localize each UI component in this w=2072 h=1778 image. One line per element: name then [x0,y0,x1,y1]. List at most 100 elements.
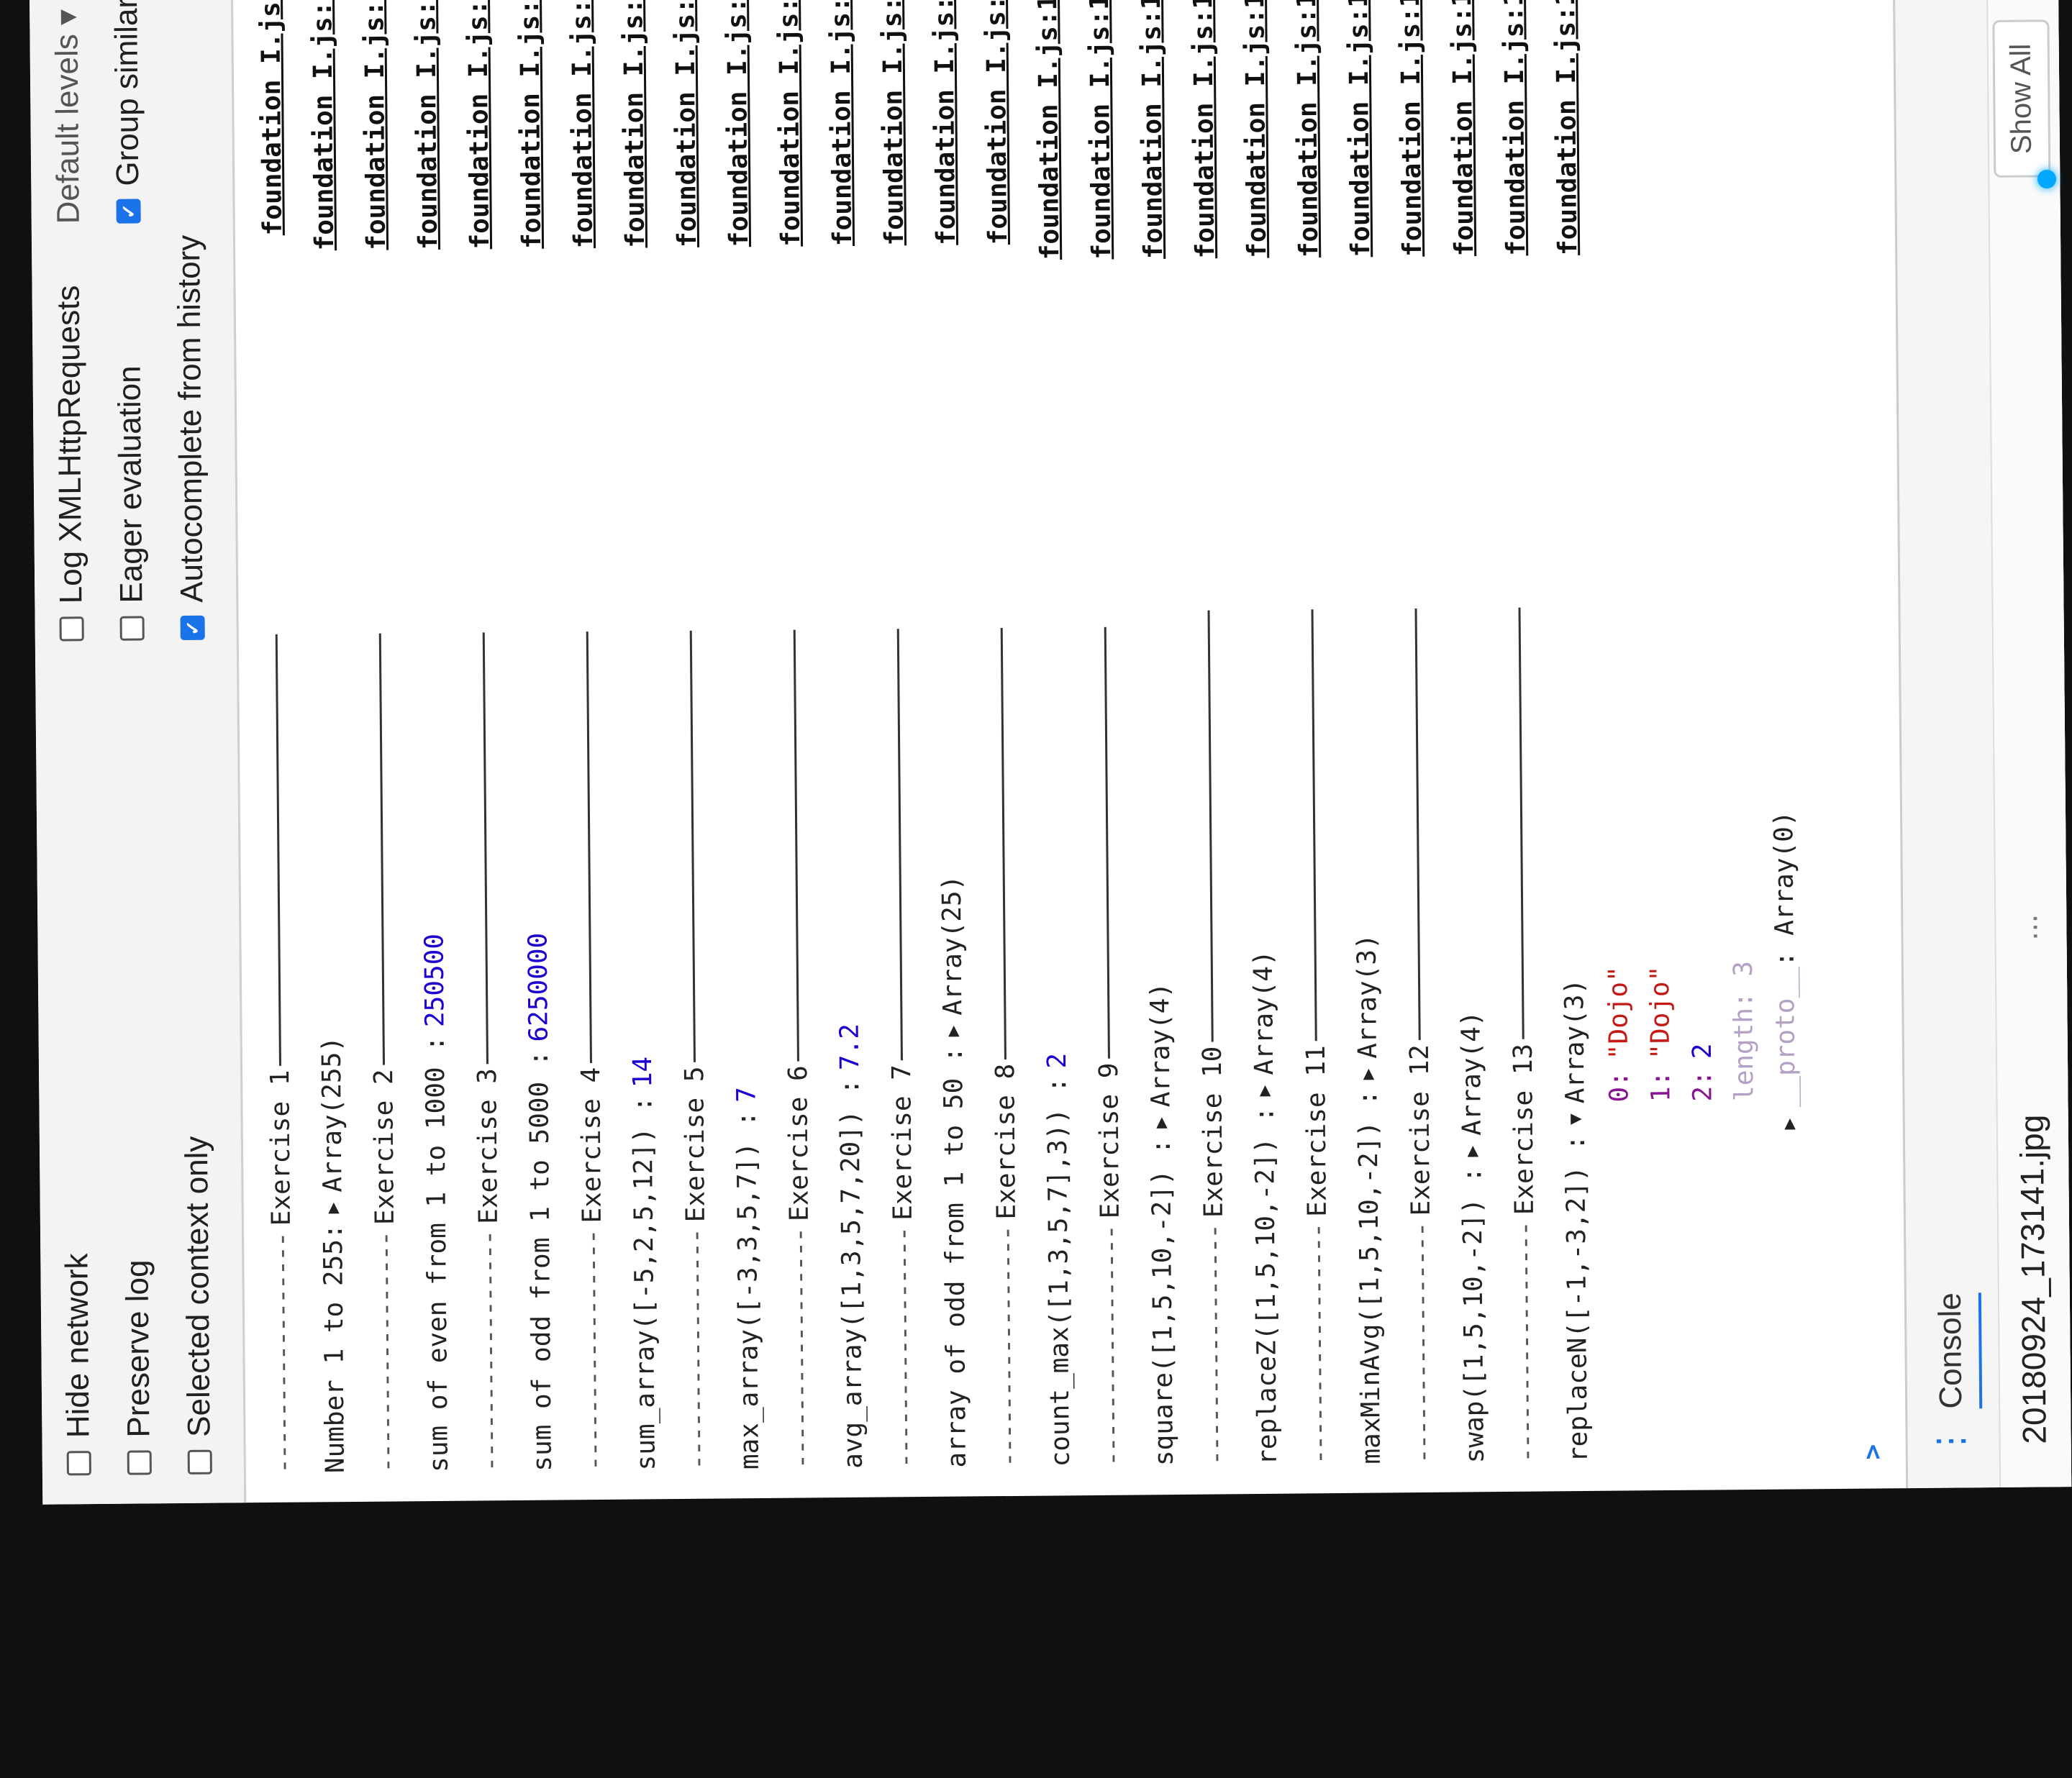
array-item-value: 2 [1687,1043,1717,1059]
expand-triangle-icon[interactable]: ▶ [1357,1069,1378,1080]
source-link[interactable]: foundation I.js:41 [566,0,598,248]
log-message-text: avg_array([1,3,5,7,20]) : [835,1078,868,1469]
separator-dashes: ----------------- [266,1233,299,1474]
log-number-value: 14 [627,1056,658,1088]
log-message-text: square([1,5,10,-2]) : [1146,1138,1179,1467]
eager-eval-checkbox[interactable] [119,616,145,641]
separator-dashes: ----------------- [888,1227,920,1469]
default-levels-label: Default levels ▾ [49,9,86,224]
source-link[interactable]: foundation I.js:164 [1447,0,1479,256]
console-tab[interactable]: Console [1932,1292,1983,1409]
camera-indicator-light [2037,170,2056,188]
source-link[interactable]: foundation I.js:124 [1188,0,1220,259]
console-settings-bar: Hide network Preserve log Selected conte… [29,0,247,1505]
source-link[interactable]: foundation I.js:97 [981,0,1012,245]
show-all-button[interactable]: Show All [1992,19,2051,178]
autocomplete-checkbox[interactable]: ✓ [180,615,205,641]
proto-row[interactable]: ▶ __proto__: Array(0) [1769,811,1801,1129]
log-array-value[interactable]: Array(4) [1145,983,1176,1108]
console-prompt[interactable]: > [1858,1444,1888,1460]
download-file-name[interactable]: 20180924_173141.jpg [2012,1114,2054,1444]
default-levels-dropdown[interactable]: Default levels ▾ [48,9,87,224]
log-message-text: maxMinAvg([1,5,10,-2]) : [1353,1090,1386,1464]
array-index: 2: [1688,1070,1718,1102]
separator-line [689,630,696,1062]
separator-dashes: ----------------- [1302,1223,1335,1465]
separator-line [378,633,385,1065]
separator-dashes: ----------------- [784,1228,817,1469]
download-menu-icon[interactable]: ... [2009,914,2045,941]
source-link[interactable]: foundation I.js:179 [1550,0,1583,255]
exercise-label: Exercise 5 [679,1066,711,1223]
hide-network-checkbox[interactable] [66,1451,91,1476]
source-link[interactable]: foundation I.js:2 [255,0,287,236]
preserve-log-checkbox[interactable] [127,1450,152,1475]
separator-dashes: ----------------- [1199,1224,1231,1466]
source-link[interactable]: foundation I.js:93 [929,0,960,245]
autocomplete-label: Autocomplete from history [171,234,210,603]
exercise-label: Exercise 11 [1301,1045,1332,1217]
log-xhr-option[interactable]: Log XMLHttpRequests [51,285,90,642]
autocomplete-option[interactable]: ✓ Autocomplete from history [171,235,211,641]
log-message-text: sum of even from 1 to 1000 : [420,1035,454,1473]
collapse-triangle-icon[interactable]: ▼ [1565,1113,1586,1125]
more-tabs-icon[interactable]: ⋮ [1929,1423,1971,1459]
log-message-text: Number 1 to 255: [318,1223,350,1474]
array-length-property: length: 3 [1728,960,1760,1102]
source-link[interactable]: foundation I.js:67 [722,0,753,247]
separator-line [1207,610,1214,1042]
log-array-value[interactable]: Array(3) [1352,934,1383,1059]
log-message-text: sum_array([-5,2,5,12]) : [627,1096,661,1471]
source-link[interactable]: foundation I.js:81 [825,0,857,246]
source-link[interactable]: foundation I.js:51 [618,0,650,248]
log-array-value[interactable]: Array(4) [1248,950,1279,1075]
source-link[interactable]: foundation I.js:15 [359,0,391,250]
source-link[interactable]: foundation I.js:112 [1084,0,1117,260]
preserve-log-option[interactable]: Preserve log [119,1259,158,1475]
source-link[interactable]: foundation I.js:29 [463,0,494,250]
selected-context-option[interactable]: Selected context only [179,1136,218,1474]
group-similar-label: Group similar [109,0,146,186]
log-array-value[interactable]: Array(4) [1456,1011,1487,1136]
log-xhr-checkbox[interactable] [59,616,84,642]
log-message-text: replaceN([-1,-3,2]) : [1560,1134,1594,1463]
source-link[interactable]: foundation I.js:38 [514,0,546,249]
hide-network-option[interactable]: Hide network [59,1253,97,1476]
source-link[interactable]: foundation I.js:120 [1136,0,1168,259]
expand-triangle-icon[interactable]: ▶ [1461,1146,1483,1157]
array-item-row: 1: "Dojo" [1645,966,1676,1103]
exercise-label: Exercise 12 [1404,1044,1436,1216]
group-similar-option[interactable]: ✓ Group similar [109,0,147,224]
source-link[interactable]: foundation I.js:134 [1240,0,1272,258]
expand-triangle-icon[interactable]: ▶ [322,1203,344,1214]
source-link[interactable]: foundation I.js:108 [1032,0,1065,260]
source-link[interactable]: foundation I.js:158 [1395,0,1427,257]
selected-context-checkbox[interactable] [187,1449,212,1474]
log-message-text: array of odd from 1 to 50 : [938,1047,972,1468]
expand-triangle-icon[interactable]: ▶ [1150,1117,1172,1129]
log-array-value[interactable]: Array(25) [937,875,968,1016]
source-link[interactable]: foundation I.js:138 [1291,0,1324,257]
expand-triangle-icon[interactable]: ▶ [942,1026,964,1037]
source-link[interactable]: foundation I.js:168 [1499,0,1531,256]
expand-triangle-icon[interactable]: ▶ [1778,1107,1800,1130]
source-link[interactable]: foundation I.js:11 [307,0,339,251]
source-link[interactable]: foundation I.js:154 [1343,0,1376,257]
log-array-value[interactable]: Array(255) [317,1036,347,1193]
source-link[interactable]: foundation I.js:71 [773,0,805,247]
source-link[interactable]: foundation I.js:84 [877,0,909,246]
eager-eval-option[interactable]: Eager evaluation [112,365,150,641]
source-link[interactable]: foundation I.js:56 [670,0,701,247]
log-message-text: sum of odd from 1 to 5000 : [524,1050,558,1472]
group-similar-checkbox[interactable]: ✓ [116,199,141,224]
expand-triangle-icon[interactable]: ▶ [1253,1085,1275,1097]
exercise-label: Exercise 3 [472,1067,504,1225]
log-number-value: 7 [731,1086,761,1103]
eager-eval-label: Eager evaluation [112,365,150,603]
array-item-value: "Dojo" [1645,965,1676,1059]
separator-line [586,631,592,1063]
source-link[interactable]: foundation I.js:25 [411,0,442,250]
array-index: 0: [1604,1071,1635,1103]
log-array-value[interactable]: Array(3) [1560,979,1591,1104]
exercise-label: Exercise 9 [1094,1062,1125,1219]
